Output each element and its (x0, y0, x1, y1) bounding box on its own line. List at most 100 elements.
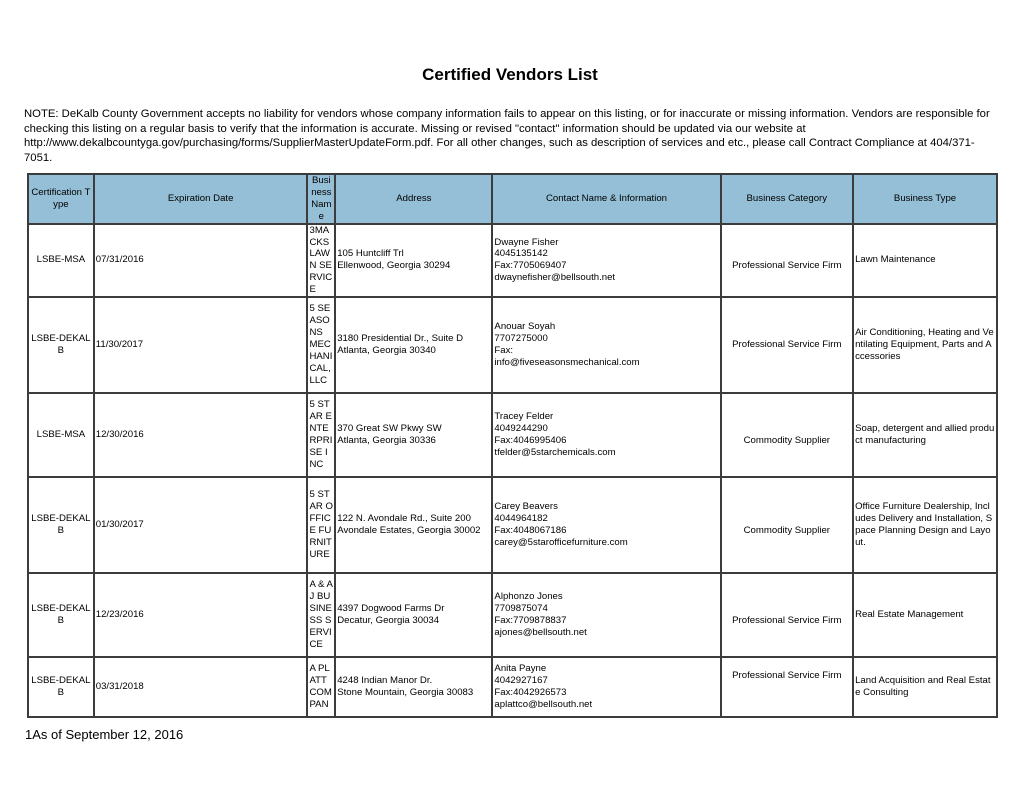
table-row: LSBE-MSA 07/31/2016 3MACKS LAWN SERVICE … (27, 222, 998, 299)
contact-fax: Fax:4048067186 (494, 525, 567, 537)
contact-email: aplattco@bellsouth.net (494, 698, 593, 710)
certification-type-cell: LSBE-DEKALB (27, 296, 95, 395)
contact-email: tfelder@5starchemicals.com (494, 446, 616, 458)
table-row: LSBE-DEKALB 11/30/2017 5 SEASONS MECHANI… (27, 296, 998, 395)
contact-email: carey@5starofficefurniture.com (494, 536, 628, 548)
address-cell: 370 Great SW Pkwy SW Atlanta, Georgia 30… (334, 392, 494, 479)
disclaimer-note: NOTE: DeKalb County Government accepts n… (24, 108, 990, 164)
address-line-2: Avondale Estates, Georgia 30002 (337, 525, 481, 537)
contact-phone: 4045135142 (494, 248, 548, 260)
business-type-cell: Office Furniture Dealership, Includes De… (852, 476, 998, 575)
business-category-cell: Professional Service Firm (719, 296, 855, 395)
address-line-2: Stone Mountain, Georgia 30083 (337, 687, 474, 699)
header-expiration-date: Expiration Date (92, 173, 309, 225)
address-line-1: 370 Great SW Pkwy SW (337, 423, 442, 435)
table-row: LSBE-DEKALB 01/30/2017 5 STAR OFFICE FUR… (27, 476, 998, 575)
address-line-2: Atlanta, Georgia 30336 (337, 435, 436, 447)
footer-date-note: 1As of September 12, 2016 (25, 727, 184, 742)
expiration-date-cell: 01/30/2017 (92, 476, 309, 575)
business-category-text: Professional Service Firm (732, 615, 842, 627)
business-category-cell: Professional Service Firm (719, 222, 855, 299)
contact-cell: Anouar Soyah 7707275000 Fax: info@fivese… (491, 296, 722, 395)
table-row: LSBE-MSA 12/30/2016 5 STAR ENTERPRISE IN… (27, 392, 998, 479)
business-type-cell: Air Conditioning, Heating and Ventilatin… (852, 296, 998, 395)
address-cell: 122 N. Avondale Rd., Suite 200 Avondale … (334, 476, 494, 575)
header-address: Address (334, 173, 494, 225)
contact-fax: Fax:7709878837 (494, 615, 567, 627)
address-line-1: 105 Huntcliff Trl (337, 248, 404, 260)
business-name-cell: 3MACKS LAWN SERVICE (306, 222, 337, 299)
expiration-date-cell: 07/31/2016 (92, 222, 309, 299)
contact-cell: Tracey Felder 4049244290 Fax:4046995406 … (491, 392, 722, 479)
business-name-cell: 5 STAR ENTERPRISE INC (306, 392, 337, 479)
contact-cell: Alphonzo Jones 7709875074 Fax:7709878837… (491, 572, 722, 659)
contact-cell: Carey Beavers 4044964182 Fax:4048067186 … (491, 476, 722, 575)
address-line-2: Atlanta, Georgia 30340 (337, 345, 436, 357)
business-category-cell: Professional Service Firm (719, 572, 855, 659)
address-cell: 4248 Indian Manor Dr. Stone Mountain, Ge… (334, 656, 494, 719)
contact-email: dwaynefisher@bellsouth.net (494, 272, 616, 284)
business-type-cell: Soap, detergent and allied product manuf… (852, 392, 998, 479)
address-line-1: 4397 Dogwood Farms Dr (337, 603, 445, 615)
expiration-date-cell: 12/23/2016 (92, 572, 309, 659)
address-cell: 3180 Presidential Dr., Suite D Atlanta, … (334, 296, 494, 395)
expiration-date-cell: 12/30/2016 (92, 392, 309, 479)
contact-name: Tracey Felder (494, 411, 554, 423)
business-type-cell: Real Estate Management (852, 572, 998, 659)
certification-type-cell: LSBE-DEKALB (27, 476, 95, 575)
expiration-date-cell: 11/30/2017 (92, 296, 309, 395)
business-category-text: Commodity Supplier (743, 525, 830, 537)
contact-cell: Anita Payne 4042927167 Fax:4042926573 ap… (491, 656, 722, 719)
header-contact: Contact Name & Information (491, 173, 722, 225)
business-type-cell: Land Acquisition and Real Estate Consult… (852, 656, 998, 719)
business-name-cell: A PLATT COMPAN (306, 656, 337, 719)
contact-fax: Fax:7705069407 (494, 260, 567, 272)
address-cell: 4397 Dogwood Farms Dr Decatur, Georgia 3… (334, 572, 494, 659)
business-name-cell: 5 STAR OFFICE FURNITURE (306, 476, 337, 575)
contact-name: Anouar Soyah (494, 321, 556, 333)
contact-phone: 4049244290 (494, 423, 548, 435)
business-category-text: Professional Service Firm (732, 260, 842, 272)
table-row: LSBE-DEKALB 12/23/2016 A & AJ BUSINESS S… (27, 572, 998, 659)
contact-cell: Dwayne Fisher 4045135142 Fax:7705069407 … (491, 222, 722, 299)
contact-name: Alphonzo Jones (494, 591, 563, 603)
business-category-cell: Commodity Supplier (719, 476, 855, 575)
contact-phone: 7707275000 (494, 333, 548, 345)
address-line-2: Decatur, Georgia 30034 (337, 615, 440, 627)
contact-fax: Fax:4042926573 (494, 687, 567, 699)
header-business-category: Business Category (719, 173, 855, 225)
certification-type-cell: LSBE-MSA (27, 222, 95, 299)
header-business-type: Business Type (852, 173, 998, 225)
table-header-row: Certification Type Expiration Date Busin… (27, 173, 998, 225)
contact-fax: Fax: (494, 345, 514, 357)
document-title: Certified Vendors List (422, 65, 598, 84)
business-category-text: Commodity Supplier (743, 435, 830, 447)
certification-type-cell: LSBE-DEKALB (27, 656, 95, 719)
contact-name: Anita Payne (494, 663, 547, 675)
contact-phone: 4042927167 (494, 675, 548, 687)
contact-fax: Fax:4046995406 (494, 435, 567, 447)
address-line-2: Ellenwood, Georgia 30294 (337, 260, 451, 272)
header-business-name: Business Name (306, 173, 337, 225)
business-name-cell: 5 SEASONS MECHANICAL, LLC (306, 296, 337, 395)
address-cell: 105 Huntcliff Trl Ellenwood, Georgia 302… (334, 222, 494, 299)
business-name-cell: A & AJ BUSINESS SERVICE (306, 572, 337, 659)
contact-email: ajones@bellsouth.net (494, 626, 587, 638)
business-category-cell: Professional Service Firm (719, 656, 855, 719)
certification-type-cell: LSBE-DEKALB (27, 572, 95, 659)
contact-name: Carey Beavers (494, 501, 558, 513)
certification-type-cell: LSBE-MSA (27, 392, 95, 479)
contact-email: info@fiveseasonsmechanical.com (494, 356, 640, 368)
vendors-table: Certification Type Expiration Date Busin… (27, 173, 998, 719)
table-row: LSBE-DEKALB 03/31/2018 A PLATT COMPAN 42… (27, 656, 998, 719)
address-line-1: 4248 Indian Manor Dr. (337, 675, 433, 687)
address-line-1: 122 N. Avondale Rd., Suite 200 (337, 513, 471, 525)
contact-name: Dwayne Fisher (494, 236, 559, 248)
contact-phone: 7709875074 (494, 603, 548, 615)
business-category-cell: Commodity Supplier (719, 392, 855, 479)
business-type-cell: Lawn Maintenance (852, 222, 998, 299)
address-line-1: 3180 Presidential Dr., Suite D (337, 333, 464, 345)
contact-phone: 4044964182 (494, 513, 548, 525)
header-certification-type: Certification Type (27, 173, 95, 225)
expiration-date-cell: 03/31/2018 (92, 656, 309, 719)
